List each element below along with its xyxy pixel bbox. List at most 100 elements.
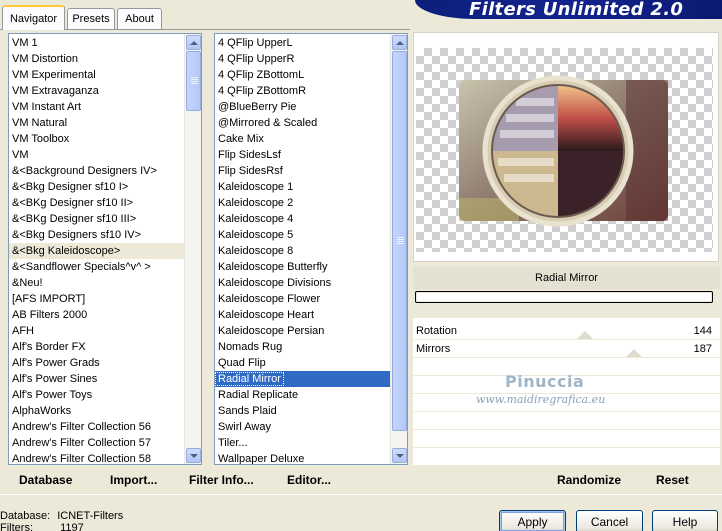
category-item[interactable]: Alf's Power Sines — [9, 371, 201, 387]
scroll-up-button[interactable] — [186, 35, 201, 50]
filter-item[interactable]: 4 QFlip ZBottomR — [215, 83, 407, 99]
filter-item[interactable]: 4 QFlip UpperR — [215, 51, 407, 67]
category-item[interactable]: [AFS IMPORT] — [9, 291, 201, 307]
filter-item[interactable]: Quad Flip — [215, 355, 407, 371]
cancel-button[interactable]: Cancel — [576, 510, 643, 531]
filter-item-label: Kaleidoscope Heart — [218, 309, 315, 321]
filter-item-label: Kaleidoscope Butterfly — [218, 261, 328, 273]
category-item[interactable]: &<Bkg Kaleidoscope> — [9, 243, 201, 259]
database-button[interactable]: Database — [19, 473, 72, 487]
filter-item[interactable]: @BlueBerry Pie — [215, 99, 407, 115]
tab-about[interactable]: About — [117, 8, 162, 29]
arrow-down-icon — [395, 453, 404, 458]
apply-button[interactable]: Apply — [499, 510, 566, 531]
param-rotation[interactable]: Rotation 144 — [413, 322, 720, 340]
filter-item-label: Kaleidoscope 2 — [218, 197, 294, 209]
category-item[interactable]: &<Bkg Designers sf10 IV> — [9, 227, 201, 243]
status-filters: Filters: 1197 — [0, 522, 84, 531]
category-item[interactable]: &Neu! — [9, 275, 201, 291]
category-item-label: VM 1 — [12, 37, 38, 49]
filter-item[interactable]: Kaleidoscope 8 — [215, 243, 407, 259]
category-item[interactable]: AB Filters 2000 — [9, 307, 201, 323]
category-item[interactable]: VM Extravaganza — [9, 83, 201, 99]
parameter-panel[interactable]: Rotation 144 Mirrors 187 — [413, 318, 720, 466]
reset-button[interactable]: Reset — [656, 473, 689, 487]
category-item[interactable]: &<BKg Designer sf10 III> — [9, 211, 201, 227]
category-item[interactable]: Andrew's Filter Collection 57 — [9, 435, 201, 451]
filter-item[interactable]: Kaleidoscope 1 — [215, 179, 407, 195]
filter-item[interactable]: @Mirrored & Scaled — [215, 115, 407, 131]
category-item[interactable]: VM Experimental — [9, 67, 201, 83]
randomize-button[interactable]: Randomize — [557, 473, 621, 487]
scroll-down-button[interactable] — [186, 448, 201, 463]
category-item[interactable]: VM Natural — [9, 115, 201, 131]
category-item[interactable]: &<Bkg Designer sf10 I> — [9, 179, 201, 195]
category-item[interactable]: Alf's Power Toys — [9, 387, 201, 403]
filter-item[interactable]: Tiler... — [215, 435, 407, 451]
filter-item-label: 4 QFlip UpperR — [218, 53, 295, 65]
category-item[interactable]: VM Instant Art — [9, 99, 201, 115]
editor-button[interactable]: Editor... — [287, 473, 331, 487]
filter-item-label: Flip SidesRsf — [218, 165, 283, 177]
filter-item[interactable]: Kaleidoscope Flower — [215, 291, 407, 307]
category-item-label: VM — [12, 149, 29, 161]
tab-presets[interactable]: Presets — [67, 8, 115, 29]
tab-navigator[interactable]: Navigator — [2, 5, 65, 30]
category-item[interactable]: VM Toolbox — [9, 131, 201, 147]
help-button[interactable]: Help — [652, 510, 718, 531]
category-item[interactable]: VM — [9, 147, 201, 163]
category-item-label: VM Natural — [12, 117, 68, 129]
slider-pointer[interactable] — [576, 331, 593, 339]
filter-item-label: 4 QFlip ZBottomL — [218, 69, 305, 81]
filter-info-button[interactable]: Filter Info... — [189, 473, 254, 487]
scroll-down-button[interactable] — [392, 448, 407, 463]
category-list[interactable]: VM 1 VM Distortion VM Experimental VM Extra… — [8, 33, 202, 465]
filter-item[interactable]: Kaleidoscope Heart — [215, 307, 407, 323]
filter-item-label: Sands Plaid — [218, 405, 277, 417]
filter-item-label: 4 QFlip ZBottomR — [218, 85, 307, 97]
param-mirrors[interactable]: Mirrors 187 — [413, 340, 720, 358]
filter-item[interactable]: Sands Plaid — [215, 403, 407, 419]
category-item[interactable]: VM 1 — [9, 35, 201, 51]
app-title-banner: Filters Unlimited 2.0 — [415, 0, 722, 19]
filter-item[interactable]: Kaleidoscope 4 — [215, 211, 407, 227]
filter-list[interactable]: 4 QFlip UpperL 4 QFlip UpperR 4 QFlip ZBot… — [214, 33, 408, 465]
filter-item[interactable]: Swirl Away — [215, 419, 407, 435]
category-item-label: Alf's Power Grads — [12, 357, 100, 369]
category-item[interactable]: Alf's Power Grads — [9, 355, 201, 371]
category-item[interactable]: Andrew's Filter Collection 58 — [9, 451, 201, 464]
filter-item[interactable]: Nomads Rug — [215, 339, 407, 355]
slider-pointer[interactable] — [625, 349, 642, 357]
category-item-label: Alf's Power Toys — [12, 389, 93, 401]
category-item[interactable]: &<Sandflower Specials^v^ > — [9, 259, 201, 275]
filter-item[interactable]: Kaleidoscope 5 — [215, 227, 407, 243]
filter-item[interactable]: Flip SidesRsf — [215, 163, 407, 179]
scroll-up-button[interactable] — [392, 35, 407, 50]
category-item[interactable]: &<BKg Designer sf10 II> — [9, 195, 201, 211]
scroll-thumb[interactable] — [186, 51, 201, 111]
filter-item[interactable]: Kaleidoscope Butterfly — [215, 259, 407, 275]
import-button[interactable]: Import... — [110, 473, 157, 487]
filter-item[interactable]: Kaleidoscope Persian — [215, 323, 407, 339]
category-scrollbar[interactable] — [184, 34, 201, 464]
filter-item[interactable]: Kaleidoscope Divisions — [215, 275, 407, 291]
filter-item[interactable]: 4 QFlip ZBottomL — [215, 67, 407, 83]
filter-item[interactable]: Wallpaper Deluxe — [215, 451, 407, 464]
category-item[interactable]: Alf's Border FX — [9, 339, 201, 355]
preview-image — [459, 75, 668, 227]
filter-scrollbar[interactable] — [390, 34, 407, 464]
filter-item[interactable]: Radial Replicate — [215, 387, 407, 403]
filter-item[interactable]: Flip SidesLsf — [215, 147, 407, 163]
filter-item[interactable]: Radial Mirror — [215, 371, 407, 387]
filter-item[interactable]: 4 QFlip UpperL — [215, 35, 407, 51]
param-empty-row — [413, 412, 720, 430]
scroll-thumb[interactable] — [392, 51, 407, 431]
category-item[interactable]: AlphaWorks — [9, 403, 201, 419]
category-item[interactable]: AFH — [9, 323, 201, 339]
filter-item[interactable]: Cake Mix — [215, 131, 407, 147]
category-item[interactable]: VM Distortion — [9, 51, 201, 67]
filter-item-label: Kaleidoscope 4 — [218, 213, 294, 225]
category-item[interactable]: Andrew's Filter Collection 56 — [9, 419, 201, 435]
filter-item[interactable]: Kaleidoscope 2 — [215, 195, 407, 211]
category-item[interactable]: &<Background Designers IV> — [9, 163, 201, 179]
